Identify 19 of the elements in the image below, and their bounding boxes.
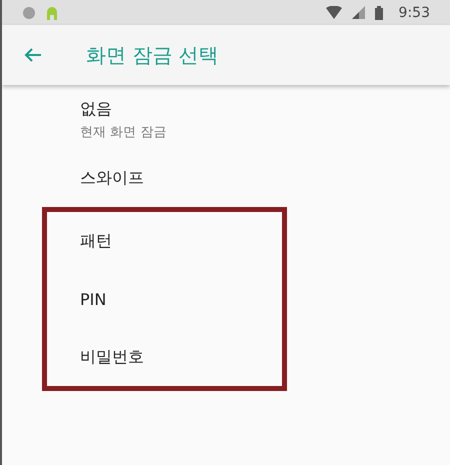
android-icon bbox=[46, 6, 58, 20]
option-title: PIN bbox=[80, 290, 108, 308]
option-title: 패턴 bbox=[80, 230, 113, 252]
status-time: 9:53 bbox=[398, 4, 430, 20]
option-title: 비밀번호 bbox=[80, 346, 145, 368]
lock-option[interactable]: 스와이프 bbox=[2, 149, 450, 207]
lock-option[interactable]: 비밀번호 bbox=[47, 328, 282, 386]
circle-icon bbox=[22, 6, 36, 20]
screen-title: 화면 잠금 선택 bbox=[86, 42, 219, 68]
option-summary: 현재 화면 잠금 bbox=[80, 124, 168, 141]
lock-option[interactable]: 없음 현재 화면 잠금 bbox=[2, 91, 450, 149]
option-title: 없음 bbox=[80, 99, 113, 120]
battery-icon bbox=[374, 6, 383, 20]
lock-option[interactable]: PIN bbox=[47, 270, 282, 328]
wifi-icon bbox=[326, 6, 342, 19]
option-title: 스와이프 bbox=[80, 168, 145, 188]
lock-option[interactable]: 패턴 bbox=[47, 212, 282, 270]
signal-icon bbox=[352, 6, 365, 19]
back-arrow-icon[interactable] bbox=[24, 47, 42, 63]
